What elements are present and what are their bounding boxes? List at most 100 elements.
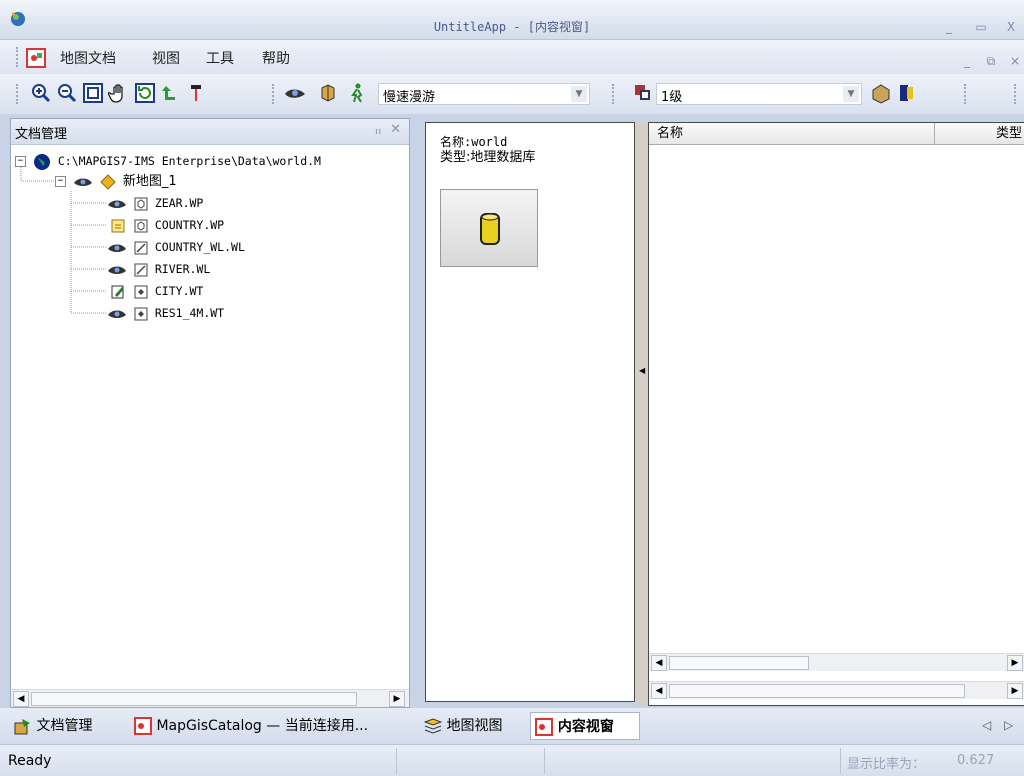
- menu-grip[interactable]: [16, 47, 19, 67]
- tab-document-manager[interactable]: 文档管理: [10, 712, 124, 740]
- level-select[interactable]: 1级 ▼: [656, 83, 862, 105]
- polygon-layer-icon: [134, 197, 148, 210]
- eye-icon[interactable]: [107, 308, 127, 320]
- status-segment: [544, 748, 840, 774]
- mdi-minimize-button[interactable]: _: [958, 54, 976, 68]
- database-button[interactable]: [440, 189, 538, 267]
- splitter-arrow-icon[interactable]: ◀: [639, 366, 645, 375]
- splitter[interactable]: ◀: [636, 122, 648, 706]
- doc-icon: [26, 48, 46, 68]
- horizontal-scrollbar[interactable]: ◀ ▶: [11, 689, 409, 707]
- chevron-down-icon[interactable]: ▼: [843, 86, 859, 102]
- layers-icon[interactable]: [632, 82, 654, 104]
- maximize-button[interactable]: ▭: [972, 20, 990, 34]
- walker-icon[interactable]: [346, 82, 368, 104]
- toolbar-grip-3[interactable]: [612, 84, 615, 104]
- scroll-right-button[interactable]: ▶: [1007, 683, 1023, 699]
- status-ready: Ready: [8, 753, 52, 769]
- line-layer-icon: [134, 263, 148, 276]
- scroll-left-button[interactable]: ◀: [651, 683, 667, 699]
- status-scale-segment: 显示比率为： 0.627: [840, 748, 1024, 774]
- eye-icon[interactable]: [107, 242, 127, 254]
- eye-icon[interactable]: [107, 264, 127, 276]
- menu-view[interactable]: 视图: [152, 48, 180, 68]
- tools-icon[interactable]: [870, 82, 892, 104]
- column-header-name[interactable]: 名称: [649, 123, 935, 145]
- document-tree: − C:\MAPGIS7-IMS Enterprise\Data\world.M…: [11, 149, 409, 679]
- tree-map-node[interactable]: − 新地图_1: [55, 171, 177, 191]
- collapse-toggle[interactable]: −: [55, 176, 66, 187]
- pin-icon[interactable]: ⲡ: [375, 124, 381, 138]
- eye-icon[interactable]: [107, 198, 127, 210]
- scrollbar-thumb[interactable]: [31, 692, 357, 706]
- tree-layer[interactable]: COUNTRY.WP: [107, 215, 224, 235]
- close-button[interactable]: X: [1002, 20, 1020, 34]
- scroll-left-button[interactable]: ◀: [651, 655, 667, 671]
- map-icon: [100, 173, 116, 190]
- document-manager-icon: [14, 719, 30, 735]
- horizontal-scrollbar[interactable]: ◀ ▶: [649, 681, 1024, 699]
- column-header-type[interactable]: 类型: [935, 123, 1024, 145]
- scrollbar-thumb[interactable]: [669, 684, 965, 698]
- tree-layer-label: COUNTRY_WL.WL: [154, 240, 245, 254]
- tree-layer[interactable]: RIVER.WL: [107, 259, 210, 279]
- tree-layer[interactable]: RES1_4M.WT: [107, 303, 224, 323]
- menu-map-document[interactable]: 地图文档: [60, 48, 116, 68]
- pan-hand-icon[interactable]: [108, 82, 130, 104]
- chevron-down-icon[interactable]: ▼: [571, 86, 587, 102]
- tree-layer-label: ZEAR.WP: [154, 196, 204, 210]
- collapse-toggle[interactable]: −: [15, 156, 26, 167]
- back-arrow-icon[interactable]: [160, 82, 182, 104]
- eye-icon[interactable]: [73, 176, 93, 188]
- select-tool-icon[interactable]: [186, 82, 208, 104]
- bookmark-icon[interactable]: [896, 82, 918, 104]
- tab-map-view[interactable]: 地图视图: [420, 712, 522, 740]
- zoom-out-icon[interactable]: [56, 82, 78, 104]
- menu-tools[interactable]: 工具: [206, 48, 234, 68]
- map-view-icon: [423, 718, 443, 734]
- full-extent-icon[interactable]: [82, 82, 104, 104]
- title-bar: UntitleApp - [内容视窗] _ ▭ X: [0, 0, 1024, 40]
- tab-content-view[interactable]: 内容视窗: [530, 712, 640, 740]
- mdi-close-button[interactable]: ×: [1006, 54, 1024, 68]
- zoom-in-icon[interactable]: [30, 82, 52, 104]
- scrollbar-thumb[interactable]: [669, 656, 809, 670]
- info-type: 类型:地理数据库: [440, 150, 536, 165]
- tree-layer-label: RES1_4M.WT: [154, 306, 225, 320]
- tab-mapgis-catalog[interactable]: MapGisCatalog — 当前连接用...: [130, 712, 410, 740]
- tab-label: 地图视图: [446, 718, 503, 734]
- horizontal-scrollbar[interactable]: ◀ ▶: [649, 653, 1024, 671]
- content-view-icon: [535, 718, 553, 736]
- scale-value: 0.627: [957, 753, 995, 768]
- tab-label: MapGisCatalog — 当前连接用...: [156, 718, 369, 734]
- scroll-left-button[interactable]: ◀: [13, 691, 29, 707]
- panel-header: 文档管理 ⲡ ✕: [11, 119, 409, 145]
- tab-scroll-left-icon[interactable]: ◁: [982, 718, 991, 732]
- tree-layer[interactable]: CITY.WT: [107, 281, 203, 301]
- scroll-right-button[interactable]: ▶: [1007, 655, 1023, 671]
- edit-layer-icon[interactable]: [107, 219, 127, 233]
- roam-mode-select[interactable]: 慢速漫游 ▼: [378, 83, 590, 105]
- toolbar-grip-5[interactable]: [1014, 84, 1017, 104]
- toolbar-grip-2[interactable]: [272, 84, 275, 104]
- edit-layer-icon[interactable]: [107, 285, 127, 299]
- tree-layer[interactable]: COUNTRY_WL.WL: [107, 237, 245, 257]
- scroll-right-button[interactable]: ▶: [389, 691, 405, 707]
- refresh-icon[interactable]: [134, 82, 156, 104]
- menu-help[interactable]: 帮助: [262, 48, 290, 68]
- tab-scroll-right-icon[interactable]: ▷: [1004, 718, 1013, 732]
- roam-icon[interactable]: [318, 82, 340, 104]
- minimize-button[interactable]: _: [940, 20, 958, 34]
- tree-layer[interactable]: ZEAR.WP: [107, 193, 203, 213]
- polygon-layer-icon: [134, 219, 148, 232]
- toolbar-grip-4[interactable]: [964, 84, 967, 104]
- tree-root[interactable]: − C:\MAPGIS7-IMS Enterprise\Data\world.M: [15, 151, 321, 171]
- close-panel-icon[interactable]: ✕: [390, 122, 401, 137]
- eye-icon[interactable]: [284, 82, 306, 104]
- tree-map-label: 新地图_1: [122, 174, 177, 189]
- tab-label: 文档管理: [36, 718, 93, 734]
- status-bar: Ready 显示比率为： 0.627: [0, 744, 1024, 776]
- toolbar-grip[interactable]: [16, 84, 19, 104]
- tree-root-label: C:\MAPGIS7-IMS Enterprise\Data\world.M: [57, 154, 321, 168]
- mdi-restore-button[interactable]: ⧉: [982, 54, 1000, 68]
